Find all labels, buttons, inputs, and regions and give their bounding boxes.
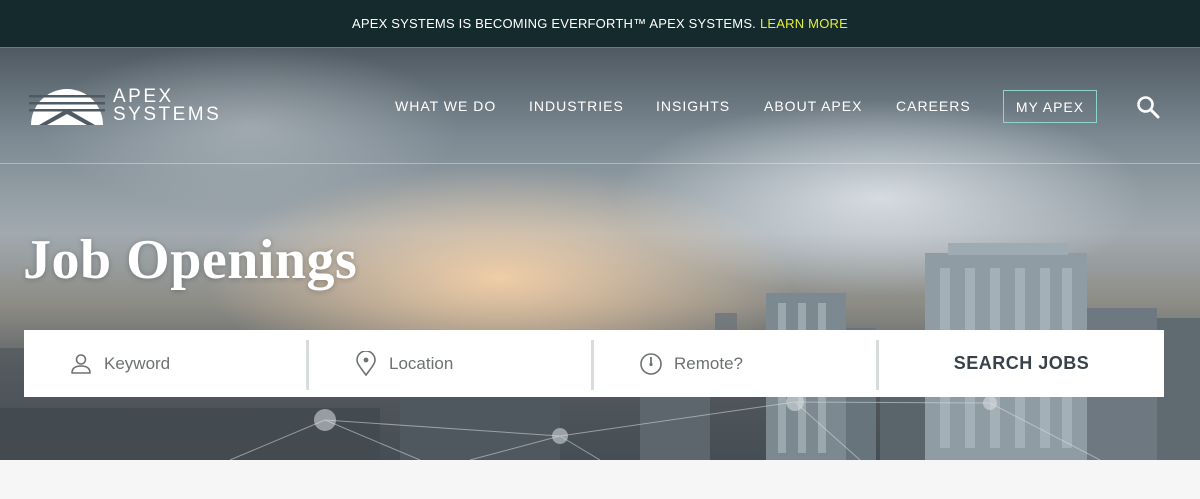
- nav-industries[interactable]: INDUSTRIES: [529, 90, 624, 122]
- nav-about-apex[interactable]: ABOUT APEX: [764, 90, 862, 122]
- nav-what-we-do[interactable]: WHAT WE DO: [395, 90, 496, 122]
- page-title: Job Openings: [23, 229, 358, 291]
- person-icon: [68, 351, 94, 377]
- search-jobs-button[interactable]: SEARCH JOBS: [879, 330, 1164, 397]
- keyword-input[interactable]: [104, 353, 284, 374]
- logo-mark-icon: [29, 89, 105, 125]
- search-button[interactable]: [1136, 95, 1160, 119]
- keyword-field: [24, 330, 309, 397]
- hero-banner: APEX SYSTEMS WHAT WE DO INDUSTRIES INSIG…: [0, 48, 1200, 460]
- my-apex-button[interactable]: MY APEX: [1003, 90, 1097, 123]
- job-search-bar: SEARCH JOBS: [24, 330, 1164, 397]
- page-content-area: [0, 460, 1200, 499]
- remote-field: [594, 330, 879, 397]
- map-pin-icon: [353, 350, 379, 377]
- nav-careers[interactable]: CAREERS: [896, 90, 971, 122]
- learn-more-link[interactable]: LEARN MORE: [760, 16, 848, 31]
- location-input[interactable]: [389, 353, 569, 374]
- remote-select[interactable]: [674, 353, 854, 374]
- apex-systems-logo[interactable]: APEX SYSTEMS: [29, 85, 221, 127]
- nav-insights[interactable]: INSIGHTS: [656, 90, 730, 122]
- location-field: [309, 330, 594, 397]
- nav-divider: [0, 163, 1200, 164]
- announcement-bar: APEX SYSTEMS IS BECOMING EVERFORTH™ APEX…: [0, 0, 1200, 48]
- field-divider: [876, 340, 879, 390]
- clock-icon: [638, 351, 664, 377]
- magnifier-icon: [1137, 96, 1160, 119]
- logo-line-2: SYSTEMS: [113, 104, 222, 125]
- announcement-text: APEX SYSTEMS IS BECOMING EVERFORTH™ APEX…: [352, 16, 756, 31]
